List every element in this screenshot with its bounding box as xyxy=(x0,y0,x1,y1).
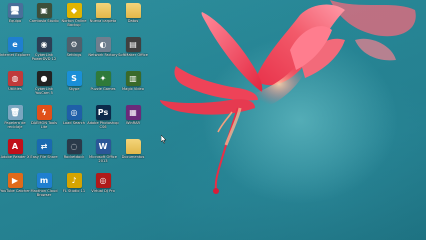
desktop-icon-label: Documentos xyxy=(121,155,145,159)
desktop-icon[interactable]: m Maxthon Cloud Browser xyxy=(29,173,59,207)
youtube-catcher-icon: ▶ xyxy=(7,173,23,188)
skype-icon: S xyxy=(66,71,82,86)
internet-explorer-icon: e xyxy=(7,37,23,52)
desktop-icon[interactable]: ◍ Utilities xyxy=(0,71,30,105)
desktop-icon[interactable]: 🖥 Equipo xyxy=(0,3,30,37)
utilities-icon: ◍ xyxy=(7,71,23,86)
desktop-icon[interactable]: Nueva carpeta xyxy=(88,3,118,37)
desktop-icon-label: Virtual DJ Pro xyxy=(91,189,115,193)
desktop-icon[interactable]: ▶ YouTube Catcher xyxy=(0,173,30,207)
desktop-icon-label: Equipo xyxy=(8,19,22,23)
desktop-icon-label: Settings xyxy=(66,53,82,57)
desktop-icon-label: Adobe Photoshop CS6 xyxy=(87,121,119,130)
adobe-reader-icon: A xyxy=(7,139,23,154)
puzzle-icon: ✦ xyxy=(95,71,111,86)
desktop-icon[interactable]: ⚙ Settings xyxy=(59,37,89,71)
desktop-icon-label: WinRAR xyxy=(125,121,141,125)
desktop-icon[interactable]: ✦ Puzzle Games xyxy=(88,71,118,105)
desktop-icon-label: Papelera de reciclaje xyxy=(4,121,26,130)
folder-icon xyxy=(125,3,141,18)
app-icon: ▤ xyxy=(125,37,141,52)
desktop-icon[interactable]: W Microsoft Office 2013 xyxy=(88,139,118,173)
desktop-icon[interactable]: ◎ Virtual DJ Pro xyxy=(88,173,118,207)
mouse-cursor-icon xyxy=(161,135,167,144)
desktop-icon-label: Easy File Share xyxy=(30,155,58,159)
desktop-icon[interactable]: ◌ Rocketdock xyxy=(59,139,89,173)
gear-icon: ⚙ xyxy=(66,37,82,52)
folder-icon xyxy=(95,3,111,18)
desktop-icon-label: Rocketdock xyxy=(63,155,85,159)
recycle-bin-icon: 🗑 xyxy=(7,105,23,120)
desktop-icon-label: Internet Explorer xyxy=(0,53,31,57)
desktop-icon[interactable]: ◆ Norton Online Backup xyxy=(59,3,89,37)
desktop-icon-label: Puzzle Games xyxy=(90,87,116,91)
desktop-icon-label: Camtasia Studio xyxy=(29,19,59,23)
desktop-icon-label: CyberLink YouCam 5 xyxy=(35,87,53,96)
maxthon-icon: m xyxy=(36,173,52,188)
office-icon: W xyxy=(95,139,111,154)
desktop-icon-label: Nueva carpeta xyxy=(89,19,117,23)
desktop-icon-label: Microsoft Office 2013 xyxy=(89,155,117,164)
virtual-dj-icon: ◎ xyxy=(95,173,111,188)
desktop-icon[interactable]: ⇄ Easy File Share xyxy=(29,139,59,173)
youcam-icon: ● xyxy=(36,71,52,86)
camtasia-icon: ▣ xyxy=(36,3,52,18)
folder-icon xyxy=(125,139,141,154)
network-icon: ◐ xyxy=(95,37,111,52)
desktop-icon-label: DAEMON Tools Lite xyxy=(30,121,58,130)
desktop[interactable]: 🖥 Equipo ▣ Camtasia Studio ◆ Norton Online Ba… xyxy=(0,0,426,240)
desktop-icon[interactable]: A Adobe Reader X xyxy=(0,139,30,173)
desktop-icon-label: Skype xyxy=(68,87,80,91)
desktop-icon-label: Adobe Reader X xyxy=(0,155,30,159)
desktop-icon-label: Norton Online Backup xyxy=(61,19,87,28)
desktop-icon-label: Utilities xyxy=(8,87,22,91)
daemon-tools-icon: ϟ xyxy=(36,105,52,120)
desktop-icon[interactable]: Datos xyxy=(118,3,148,37)
desktop-icon[interactable]: S Skype xyxy=(59,71,89,105)
file-share-icon: ⇄ xyxy=(36,139,52,154)
desktop-icon-label: SoftMaker Office xyxy=(118,53,148,57)
desktop-icon-label: Magix Video xyxy=(122,87,144,91)
fl-studio-icon: ♪ xyxy=(66,173,82,188)
photoshop-icon: Ps xyxy=(95,105,111,120)
winrar-icon: ▦ xyxy=(125,105,141,120)
norton-icon: ◆ xyxy=(66,3,82,18)
desktop-icon-label: Maxthon Cloud Browser xyxy=(30,189,58,198)
desktop-icon-label: CyberLink PowerDVD 12 xyxy=(31,53,57,62)
desktop-icon[interactable]: ▥ Magix Video xyxy=(118,71,148,105)
desktop-icon[interactable]: ♪ FL Studio 11 xyxy=(59,173,89,207)
video-editor-icon: ▥ xyxy=(125,71,141,86)
desktop-icon-label: Network Factory xyxy=(88,53,118,57)
dock-icon: ◌ xyxy=(66,139,82,154)
desktop-icon[interactable]: Documentos xyxy=(118,139,148,173)
desktop-icon-label: FL Studio 11 xyxy=(62,189,86,193)
desktop-icon[interactable]: ϟ DAEMON Tools Lite xyxy=(29,105,59,139)
desktop-icon[interactable]: ● CyberLink YouCam 5 xyxy=(29,71,59,105)
desktop-icon[interactable]: Ps Adobe Photoshop CS6 xyxy=(87,105,119,139)
computer-icon: 🖥 xyxy=(7,3,23,18)
desktop-icon[interactable]: e Internet Explorer xyxy=(0,37,30,71)
desktop-icon[interactable]: ▦ WinRAR xyxy=(118,105,148,139)
desktop-icon[interactable]: 🗑 Papelera de reciclaje xyxy=(0,105,30,139)
desktop-icon-label: YouTube Catcher xyxy=(0,189,30,193)
search-icon: ◎ xyxy=(66,105,82,120)
desktop-icon[interactable]: ◎ Load Search xyxy=(59,105,89,139)
desktop-icon-label: Datos xyxy=(127,19,139,23)
desktop-icon[interactable]: ▣ Camtasia Studio xyxy=(29,3,59,37)
powerdvd-icon: ◉ xyxy=(36,37,52,52)
desktop-icon[interactable]: ▤ SoftMaker Office xyxy=(118,37,148,71)
desktop-icon[interactable]: ◉ CyberLink PowerDVD 12 xyxy=(29,37,59,71)
desktop-icon-label: Load Search xyxy=(62,121,86,125)
desktop-icon[interactable]: ◐ Network Factory xyxy=(88,37,118,71)
